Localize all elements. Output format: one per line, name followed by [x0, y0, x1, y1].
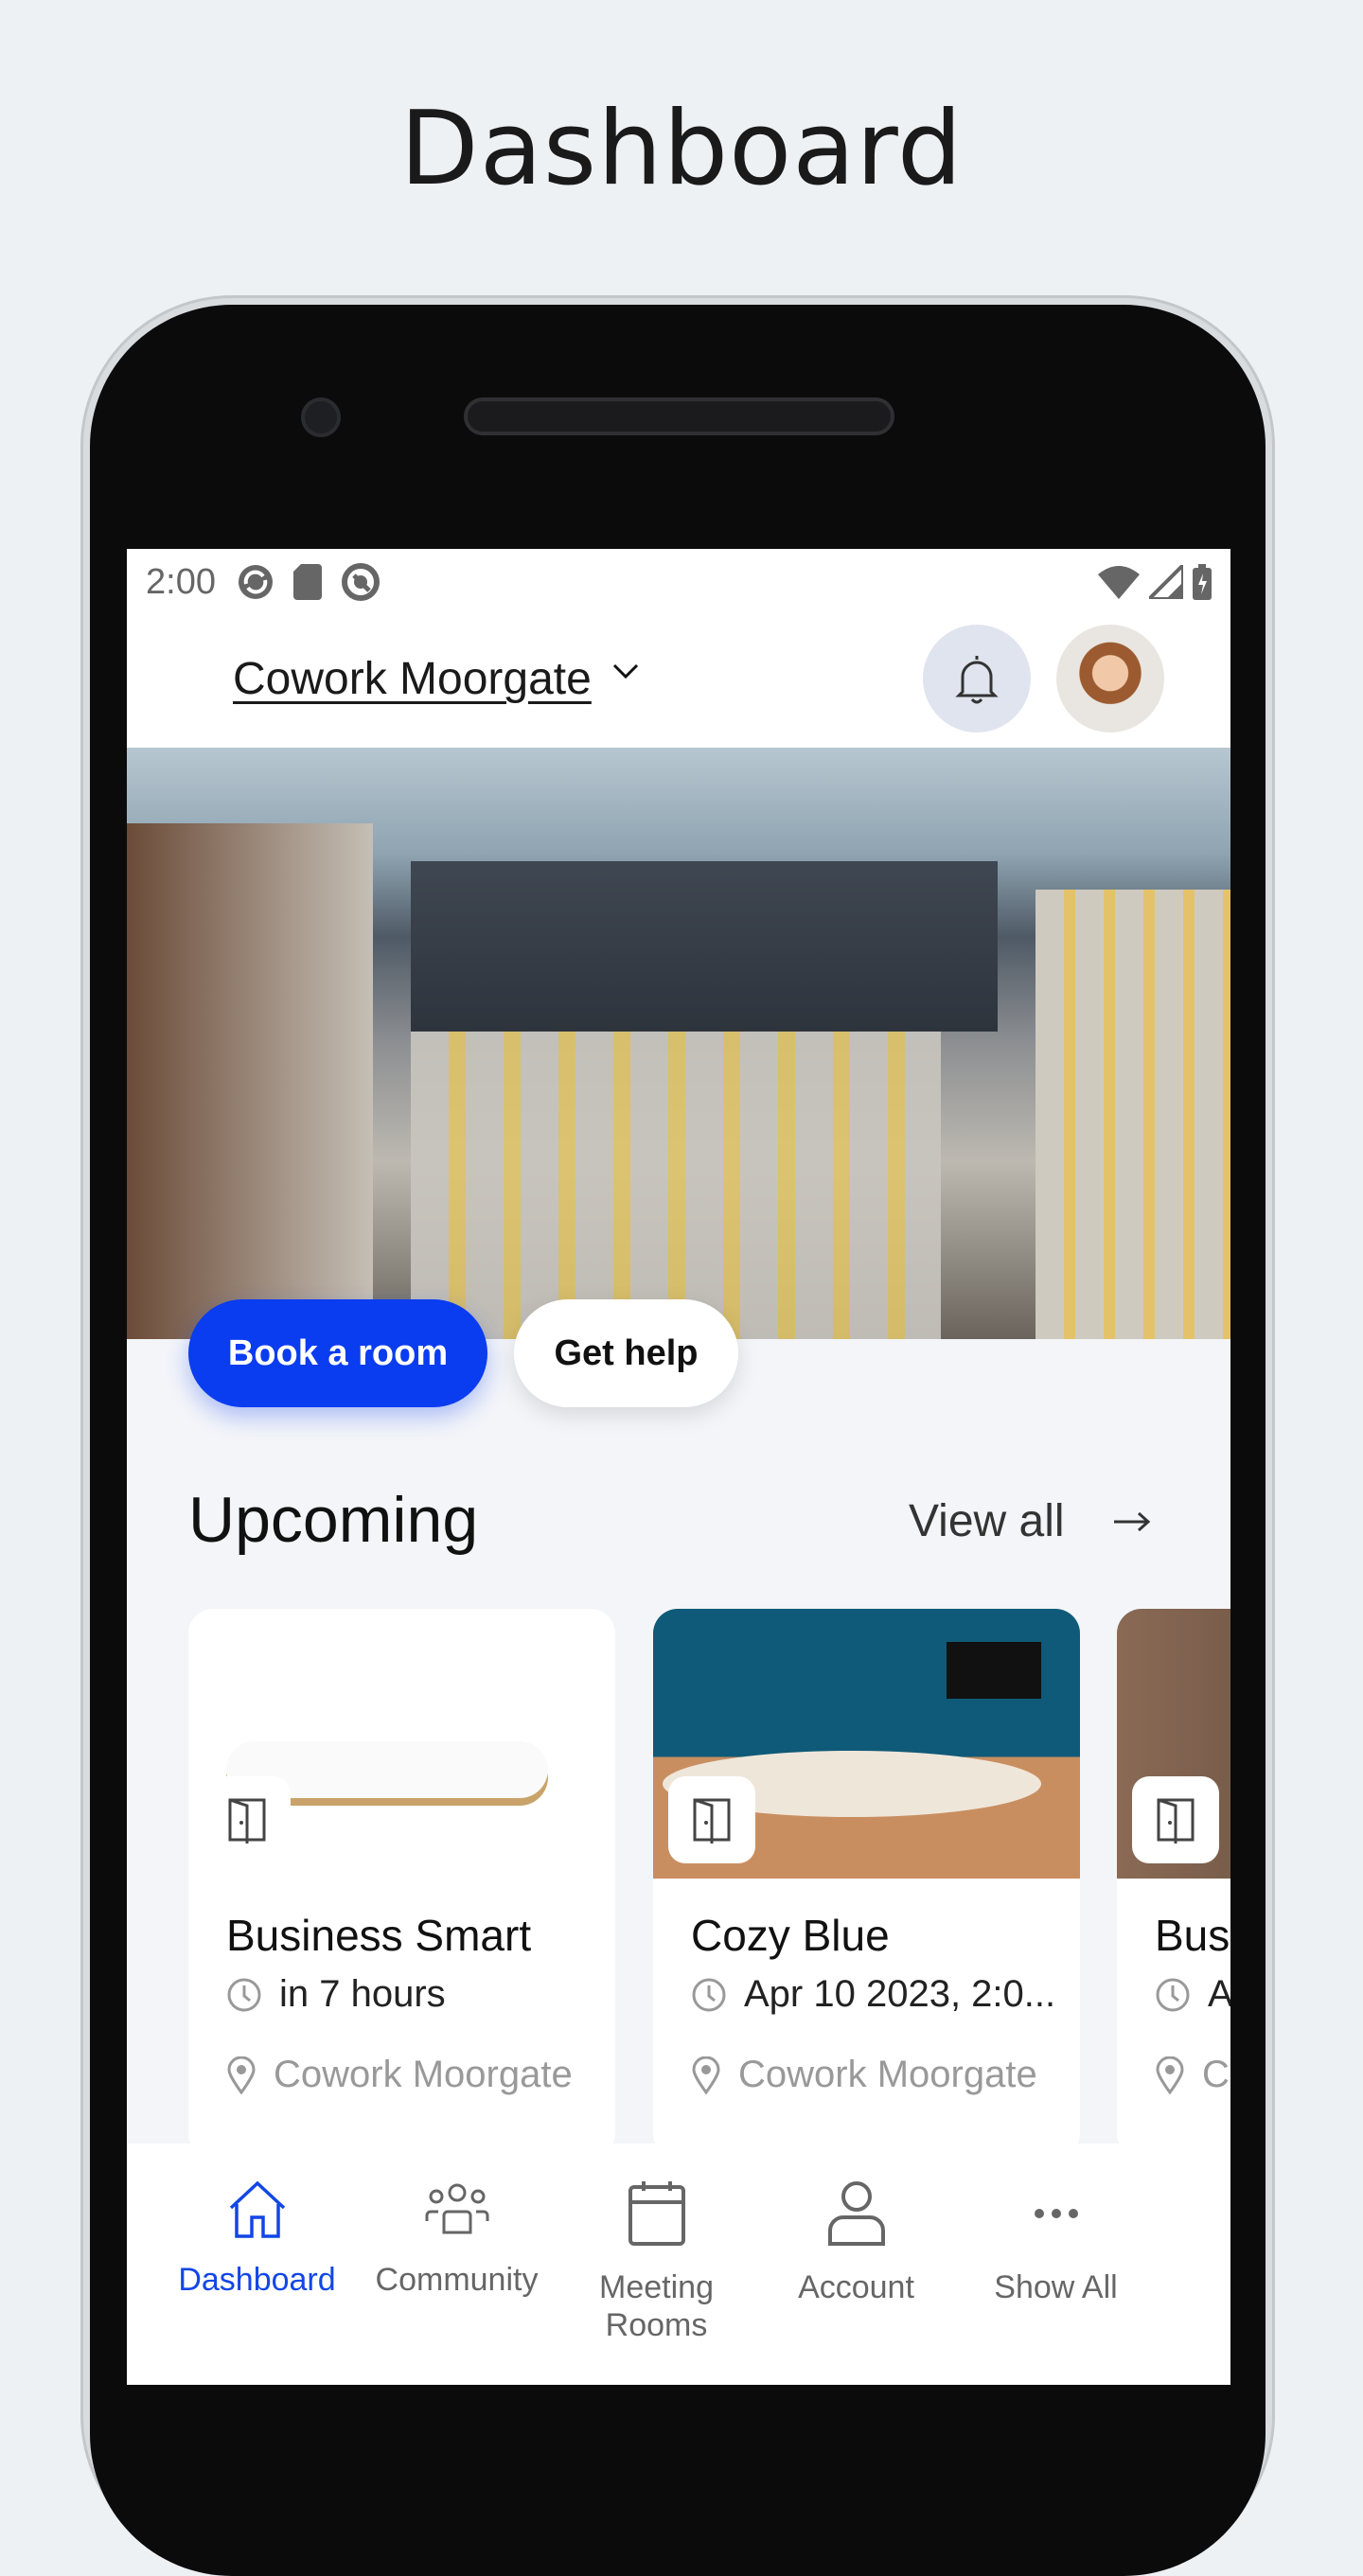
location-pin-icon: [227, 2056, 256, 2094]
bottom-nav: Dashboard Community Meeting Rooms Accoun…: [127, 2144, 1230, 2385]
front-camera: [301, 397, 341, 437]
person-icon: [827, 2181, 885, 2246]
room-name: Business Smart: [226, 1911, 532, 1960]
location-pin-icon: [1156, 2056, 1184, 2094]
nav-label: Meeting Rooms: [599, 2269, 714, 2343]
booking-card[interactable]: Bus A C: [1117, 1609, 1230, 2158]
nav-label: Account: [798, 2269, 914, 2305]
chevron-down-icon[interactable]: [611, 662, 640, 681]
get-help-button[interactable]: Get help: [514, 1299, 738, 1407]
room-type-badge: [668, 1776, 755, 1863]
booking-time: Apr 10 2023, 2:0...: [744, 1973, 1056, 2015]
signal-icon: [1149, 565, 1183, 599]
avatar[interactable]: [1056, 625, 1164, 732]
room-photo: [1117, 1609, 1230, 1879]
no-disturb-icon: [341, 563, 380, 601]
notifications-button[interactable]: [923, 625, 1031, 732]
sync-icon: [238, 565, 273, 599]
room-photo: [188, 1609, 615, 1879]
booking-card[interactable]: Business Smart in 7 hours Cowork Moorgat…: [188, 1609, 615, 2158]
nav-label: Show All: [994, 2269, 1118, 2305]
calendar-icon: [628, 2181, 685, 2246]
nav-label: Community: [375, 2262, 539, 2298]
nav-label: Dashboard: [178, 2262, 336, 2298]
room-type-badge: [1132, 1776, 1219, 1863]
booking-location: Cowork Moorgate: [274, 2054, 573, 2095]
location-pin-icon: [692, 2056, 720, 2094]
door-icon: [693, 1798, 731, 1844]
upcoming-heading: Upcoming: [188, 1484, 479, 1556]
booking-location: C: [1202, 2054, 1230, 2095]
home-icon: [229, 2180, 285, 2238]
arrow-right-icon: [1113, 1511, 1150, 1531]
status-time: 2:00: [146, 561, 216, 602]
bell-icon: [955, 656, 999, 704]
page-title: Dashboard: [399, 90, 964, 208]
view-all-label: View all: [909, 1496, 1065, 1546]
people-icon: [425, 2183, 488, 2234]
clock-icon: [692, 1978, 726, 2011]
booking-time: in 7 hours: [279, 1973, 446, 2015]
door-icon: [1157, 1798, 1195, 1844]
app-header: Cowork Moorgate: [127, 615, 1230, 748]
room-type-badge: [204, 1776, 291, 1863]
booking-card[interactable]: Cozy Blue Apr 10 2023, 2:0... Cowork Moo…: [653, 1609, 1080, 2158]
battery-icon: [1193, 564, 1212, 600]
status-bar: 2:00: [127, 549, 1230, 615]
clock-icon: [227, 1978, 261, 2011]
more-icon: [1034, 2209, 1078, 2218]
location-selector[interactable]: Cowork Moorgate: [233, 653, 592, 705]
view-all-link[interactable]: View all: [909, 1495, 1152, 1547]
app-screen: 2:00 Cowork Moorgate Book a room Get hel…: [127, 549, 1230, 2385]
sd-card-icon: [292, 564, 322, 600]
clock-icon: [1156, 1978, 1190, 2011]
book-room-button[interactable]: Book a room: [188, 1299, 487, 1407]
room-name: Cozy Blue: [691, 1911, 890, 1960]
nav-account[interactable]: Account: [756, 2144, 956, 2385]
nav-dashboard[interactable]: Dashboard: [157, 2144, 357, 2385]
room-name: Bus: [1155, 1911, 1230, 1960]
booking-time: A: [1208, 1973, 1230, 2015]
speaker-grille: [464, 397, 894, 435]
room-photo: [653, 1609, 1080, 1879]
hero-building-image: [127, 748, 1230, 1339]
nav-community[interactable]: Community: [357, 2144, 557, 2385]
door-icon: [228, 1798, 266, 1844]
nav-show-all[interactable]: Show All: [956, 2144, 1156, 2385]
wifi-icon: [1098, 566, 1140, 599]
nav-meeting-rooms[interactable]: Meeting Rooms: [557, 2144, 756, 2385]
booking-location: Cowork Moorgate: [738, 2054, 1037, 2095]
